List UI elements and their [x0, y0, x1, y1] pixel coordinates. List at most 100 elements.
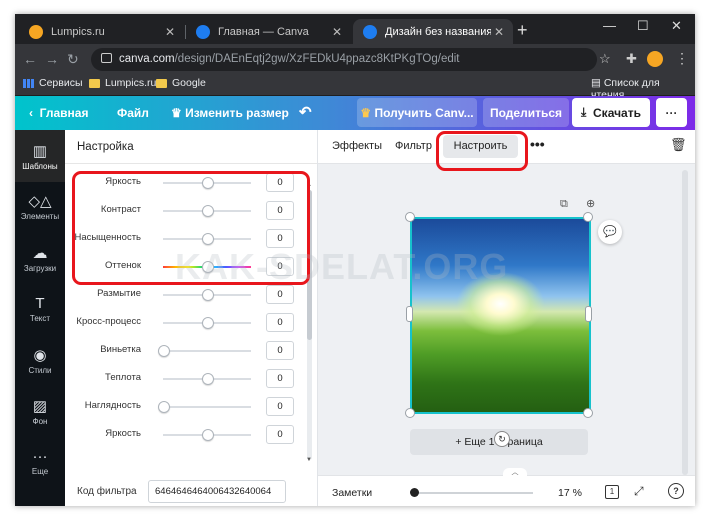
extensions-icon[interactable]: ✚: [626, 51, 637, 67]
background-icon: ▨: [32, 398, 48, 415]
maximize-button[interactable]: ☐: [637, 18, 649, 34]
add-page-icon[interactable]: ⊕: [586, 197, 595, 210]
resize-handle[interactable]: [405, 408, 415, 418]
notes-button[interactable]: Заметки: [332, 487, 372, 499]
undo-icon[interactable]: ↶: [299, 103, 312, 121]
side-rail: ▥ Шаблоны ◇△ Элементы ☁ Загрузки T Текст…: [15, 130, 65, 506]
download-label: Скачать: [593, 105, 641, 120]
tab-close-icon[interactable]: ✕: [329, 25, 345, 39]
adjust-value-input[interactable]: 0: [266, 173, 294, 192]
adjust-value-input[interactable]: 0: [266, 229, 294, 248]
adjust-slider[interactable]: [163, 406, 251, 408]
bookmark-services[interactable]: Сервисы: [23, 77, 83, 89]
rail-uploads[interactable]: ☁ Загрузки: [15, 244, 65, 273]
adjust-row: Наглядность 0: [65, 393, 305, 421]
home-link[interactable]: ‹ Главная: [29, 106, 88, 120]
slider-knob[interactable]: [202, 177, 214, 189]
back-arrow-icon[interactable]: ←: [23, 51, 37, 67]
resize-handle[interactable]: [583, 408, 593, 418]
effects-button[interactable]: Эффекты: [332, 140, 382, 152]
reload-icon[interactable]: ↻: [67, 51, 79, 68]
bookmark-google[interactable]: Google: [156, 77, 206, 89]
slider-knob[interactable]: [202, 261, 214, 273]
url-path: /design/DAEnEqtj2gw/XzFEDkU4ppazc8KtPKgT…: [174, 53, 460, 65]
slider-knob[interactable]: [202, 233, 214, 245]
adjust-value-input[interactable]: 0: [266, 285, 294, 304]
pro-label: Получить Canv...: [374, 105, 474, 120]
toolbar-more-button[interactable]: •••: [530, 136, 545, 152]
filter-button[interactable]: Фильтр: [395, 140, 432, 152]
adjust-value-input[interactable]: 0: [266, 313, 294, 332]
resize-handle[interactable]: [583, 212, 593, 222]
download-button[interactable]: ⤓ Скачать: [572, 98, 650, 127]
trash-icon[interactable]: 🗑: [670, 137, 687, 153]
slider-knob[interactable]: [202, 317, 214, 329]
slider-knob[interactable]: [202, 205, 214, 217]
slider-knob[interactable]: [202, 289, 214, 301]
page-count-icon[interactable]: 1: [605, 485, 619, 499]
resize-handle[interactable]: [585, 306, 592, 322]
adjust-value-input[interactable]: 0: [266, 425, 294, 444]
tab-close-icon[interactable]: ✕: [162, 25, 178, 39]
rail-label: Фон: [32, 417, 48, 426]
adjust-value-input[interactable]: 0: [266, 201, 294, 220]
share-button[interactable]: Поделиться: [483, 98, 569, 127]
resize-menu[interactable]: ♛ Изменить размер: [171, 106, 289, 120]
new-tab-button[interactable]: +: [517, 20, 528, 41]
filter-code-input[interactable]: 6464646464006432640064: [148, 480, 286, 503]
close-window-button[interactable]: ✕: [671, 18, 682, 34]
forward-arrow-icon[interactable]: →: [45, 51, 59, 67]
slider-knob[interactable]: [202, 429, 214, 441]
slider-knob[interactable]: [158, 345, 170, 357]
rail-elements[interactable]: ◇△ Элементы: [15, 192, 65, 221]
comment-icon[interactable]: 💬: [598, 220, 622, 244]
adjust-label: Яркость: [105, 176, 141, 187]
url-input[interactable]: canva.com/design/DAEnEqtj2gw/XzFEDkU4ppa…: [91, 48, 597, 71]
rail-templates[interactable]: ▥ Шаблоны: [15, 130, 65, 182]
text-icon: T: [35, 295, 45, 312]
adjust-value-input[interactable]: 0: [266, 341, 294, 360]
tab-lumpics[interactable]: Lumpics.ru ✕: [19, 19, 184, 44]
panel-scrollbar-thumb[interactable]: [307, 190, 312, 340]
rotate-icon[interactable]: ↻: [494, 431, 510, 447]
scroll-down-arrow-icon[interactable]: ▼: [306, 457, 312, 463]
zoom-percent[interactable]: 17 %: [558, 487, 582, 499]
slider-knob[interactable]: [158, 401, 170, 413]
rail-label: Загрузки: [23, 264, 57, 273]
zoom-slider[interactable]: [413, 492, 533, 494]
adjust-value-input[interactable]: 0: [266, 369, 294, 388]
duplicate-page-icon[interactable]: ⧉: [560, 198, 568, 211]
resize-handle[interactable]: [406, 306, 413, 322]
tab-canva-design[interactable]: Дизайн без названия — 1481 ✕: [353, 19, 513, 44]
chevron-up-icon[interactable]: ︿: [503, 468, 527, 477]
tab-canva-home[interactable]: Главная — Canva ✕: [186, 19, 351, 44]
browser-menu-icon[interactable]: ⋮: [675, 50, 689, 67]
resize-handle[interactable]: [405, 212, 415, 222]
adjust-value-input[interactable]: 0: [266, 257, 294, 276]
selected-image[interactable]: [410, 217, 591, 414]
rail-text[interactable]: T Текст: [15, 295, 65, 323]
home-label: Главная: [39, 106, 89, 120]
slider-knob[interactable]: [202, 373, 214, 385]
more-options-button[interactable]: ···: [656, 98, 687, 127]
bookmark-lumpics[interactable]: Lumpics.ru: [89, 77, 156, 89]
tab-title: Главная — Canva: [218, 25, 309, 38]
adjust-value-input[interactable]: 0: [266, 397, 294, 416]
adjust-button[interactable]: Настроить: [443, 135, 518, 158]
fullscreen-icon[interactable]: ⤢: [634, 484, 644, 499]
file-menu[interactable]: Файл: [117, 106, 149, 120]
minimize-button[interactable]: —: [603, 18, 616, 33]
zoom-slider-knob[interactable]: [410, 488, 419, 497]
workspace-scrollbar[interactable]: [682, 170, 688, 475]
adjust-slider[interactable]: [163, 350, 251, 352]
bookmark-star-icon[interactable]: ☆: [599, 51, 611, 67]
profile-avatar[interactable]: [647, 51, 663, 67]
scroll-up-arrow-icon[interactable]: ▲: [306, 182, 312, 188]
help-icon[interactable]: ?: [668, 483, 684, 499]
get-pro-button[interactable]: ♛ Получить Canv...: [357, 98, 477, 127]
rail-background[interactable]: ▨ Фон: [15, 397, 65, 426]
adjust-row: Кросс-процесс 0: [65, 309, 305, 337]
tab-close-icon[interactable]: ✕: [491, 25, 507, 39]
rail-styles[interactable]: ◉ Стили: [15, 346, 65, 375]
rail-more[interactable]: ··· Еще: [15, 448, 65, 476]
